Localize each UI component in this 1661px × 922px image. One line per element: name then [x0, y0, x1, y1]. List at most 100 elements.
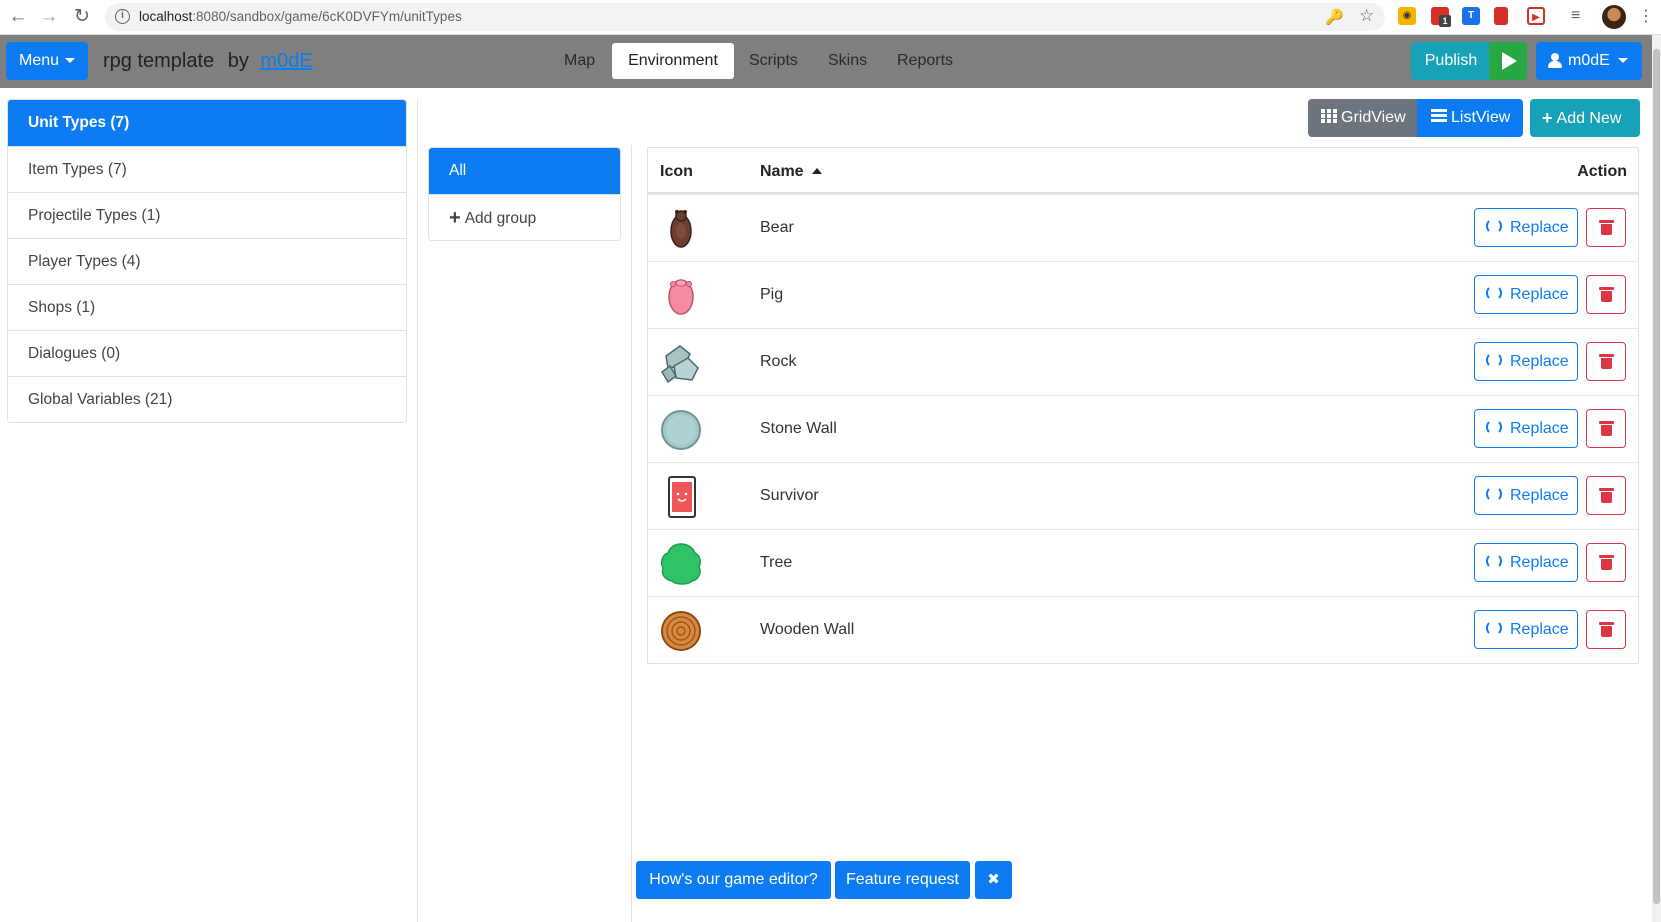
browser-profile-avatar[interactable]: [1602, 5, 1626, 29]
list-icon: [1431, 109, 1447, 123]
trash-icon: [1599, 220, 1614, 235]
replace-label: Replace: [1510, 420, 1569, 437]
replace-button[interactable]: Replace: [1474, 543, 1578, 582]
tab-skins[interactable]: Skins: [812, 43, 883, 79]
sidebar-item-dialogues[interactable]: Dialogues (0): [8, 330, 406, 376]
refresh-icon: [1486, 419, 1502, 435]
back-arrow-icon[interactable]: ←: [6, 5, 30, 29]
delete-button[interactable]: [1586, 610, 1626, 649]
replace-button[interactable]: Replace: [1474, 610, 1578, 649]
plus-icon: +: [1542, 108, 1553, 128]
column-header-name[interactable]: Name: [760, 163, 822, 181]
unit-name: Wooden Wall: [760, 621, 855, 638]
delete-button[interactable]: [1586, 208, 1626, 247]
name-header-label: Name: [760, 163, 804, 180]
extension-mail-icon[interactable]: 1: [1431, 7, 1451, 27]
star-icon[interactable]: ☆: [1359, 6, 1374, 26]
unit-name: Tree: [760, 554, 793, 571]
add-new-button[interactable]: + Add New: [1530, 99, 1640, 137]
group-all[interactable]: All: [429, 148, 620, 194]
table-row: Pig Replace: [648, 261, 1638, 328]
unit-types-table: Icon Name Action Bear Replace Pig Replac…: [647, 147, 1639, 664]
reload-icon[interactable]: ↻: [70, 5, 94, 29]
address-url[interactable]: localhost:8080/sandbox/game/6cK0DVFYm/un…: [139, 9, 462, 24]
page-scrollbar[interactable]: [1652, 35, 1661, 922]
replace-button[interactable]: Replace: [1474, 275, 1578, 314]
more-vertical-icon[interactable]: ⋮: [1638, 6, 1654, 26]
add-group-label: Add group: [464, 210, 537, 227]
trash-icon: [1599, 421, 1614, 436]
table-row: Tree Replace: [648, 529, 1638, 596]
extension-eyes-icon[interactable]: ◉: [1398, 7, 1416, 25]
extension-bookmark-icon[interactable]: [1494, 7, 1508, 25]
delete-button[interactable]: [1586, 342, 1626, 381]
user-dropdown-button[interactable]: m0dE: [1536, 42, 1642, 80]
unit-name: Bear: [760, 219, 794, 236]
tab-environment[interactable]: Environment: [612, 43, 734, 79]
close-feedback-button[interactable]: ✖: [975, 861, 1012, 899]
sort-ascending-icon: [811, 168, 822, 174]
table-row: Survivor Replace: [648, 462, 1638, 529]
delete-button[interactable]: [1586, 409, 1626, 448]
replace-button[interactable]: Replace: [1474, 476, 1578, 515]
stone-wall-icon: [661, 410, 701, 450]
tab-map[interactable]: Map: [548, 43, 611, 79]
add-group-button[interactable]: + Add group: [429, 194, 620, 240]
grid-view-button[interactable]: GridView: [1308, 99, 1417, 137]
tab-reports[interactable]: Reports: [881, 43, 969, 79]
publish-button[interactable]: Publish: [1411, 42, 1491, 80]
plus-icon: +: [449, 207, 461, 229]
user-name: m0dE: [1568, 52, 1610, 69]
table-row: Bear Replace: [648, 194, 1638, 261]
reading-list-icon[interactable]: ≡: [1571, 7, 1580, 25]
extension-t-icon[interactable]: T: [1462, 7, 1480, 25]
wooden-wall-icon: [661, 611, 701, 651]
replace-button[interactable]: Replace: [1474, 208, 1578, 247]
scrollbar-thumb[interactable]: [1653, 49, 1660, 904]
editor-navbar: Menu rpg template by m0dE Map Environmen…: [0, 35, 1652, 88]
trash-icon: [1599, 287, 1614, 302]
delete-button[interactable]: [1586, 275, 1626, 314]
menu-dropdown-button[interactable]: Menu: [6, 42, 88, 80]
trash-icon: [1599, 488, 1614, 503]
refresh-icon: [1486, 285, 1502, 301]
play-button[interactable]: [1489, 42, 1527, 80]
address-bar[interactable]: i localhost:8080/sandbox/game/6cK0DVFYm/…: [105, 3, 1385, 31]
refresh-icon: [1486, 218, 1502, 234]
browser-toolbar: ← → ↻ i localhost:8080/sandbox/game/6cK0…: [0, 0, 1661, 35]
sidebar-item-global-variables[interactable]: Global Variables (21): [8, 376, 406, 422]
list-view-button[interactable]: ListView: [1417, 99, 1523, 137]
forward-arrow-icon[interactable]: →: [37, 5, 61, 29]
replace-button[interactable]: Replace: [1474, 409, 1578, 448]
feedback-survey-button[interactable]: How's our game editor?: [636, 861, 831, 899]
menu-label: Menu: [19, 52, 60, 69]
sidebar-item-shops[interactable]: Shops (1): [8, 284, 406, 330]
extension-play-icon[interactable]: ▶: [1527, 7, 1545, 25]
tree-icon: [660, 543, 701, 585]
delete-button[interactable]: [1586, 476, 1626, 515]
survivor-icon: [668, 476, 696, 518]
game-title: rpg template by m0dE: [103, 50, 313, 73]
sidebar-item-unit-types[interactable]: Unit Types (7): [8, 100, 406, 146]
info-icon[interactable]: i: [115, 9, 130, 24]
user-icon: [1548, 53, 1562, 69]
delete-button[interactable]: [1586, 543, 1626, 582]
sidebar-item-projectile-types[interactable]: Projectile Types (1): [8, 192, 406, 238]
replace-button[interactable]: Replace: [1474, 342, 1578, 381]
sidebar-item-player-types[interactable]: Player Types (4): [8, 238, 406, 284]
unit-name: Survivor: [760, 487, 819, 504]
replace-label: Replace: [1510, 621, 1569, 638]
group-list: All + Add group: [428, 147, 621, 241]
add-new-label: Add New: [1556, 110, 1622, 127]
table-row: Stone Wall Replace: [648, 395, 1638, 462]
sidebar-item-item-types[interactable]: Item Types (7): [8, 146, 406, 192]
url-host: localhost: [139, 9, 193, 24]
bear-icon: [670, 210, 692, 248]
replace-label: Replace: [1510, 487, 1569, 504]
feature-request-button[interactable]: Feature request: [835, 861, 970, 899]
game-name: rpg template: [103, 50, 215, 72]
tab-scripts[interactable]: Scripts: [733, 43, 814, 79]
refresh-icon: [1486, 620, 1502, 636]
key-icon[interactable]: 🔑: [1325, 8, 1344, 26]
author-link[interactable]: m0dE: [260, 50, 312, 72]
